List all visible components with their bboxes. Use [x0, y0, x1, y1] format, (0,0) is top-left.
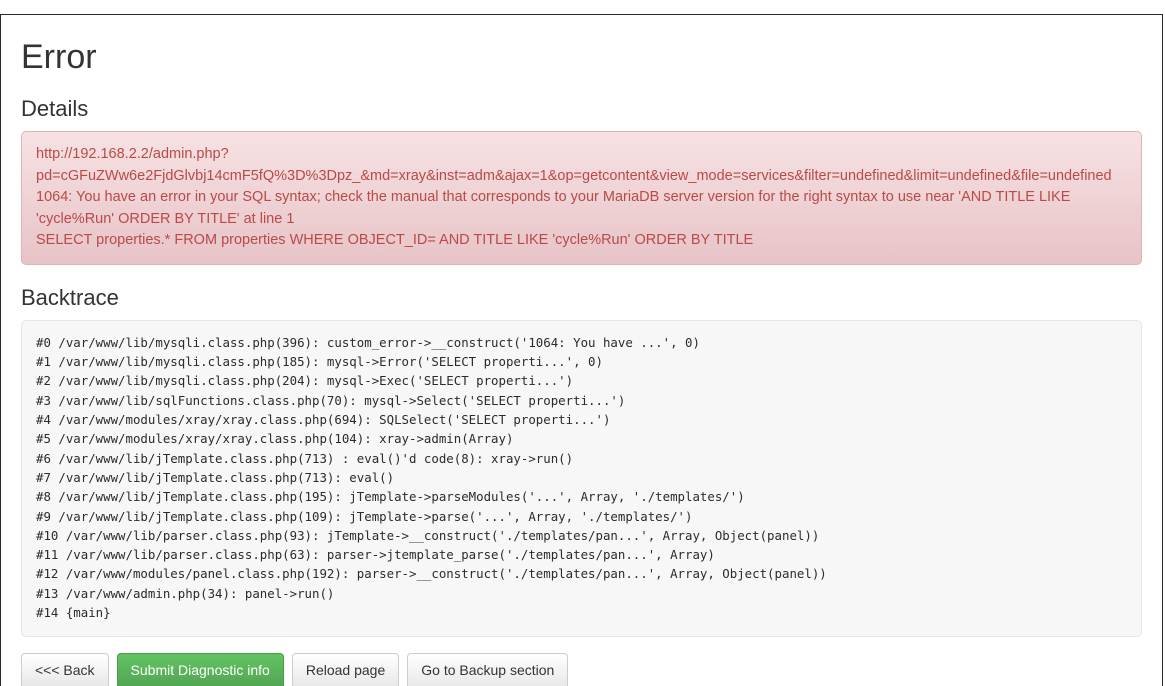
error-detail-line: SELECT properties.* FROM properties WHER…: [36, 232, 754, 249]
go-to-backup-section-button[interactable]: Go to Backup section: [407, 653, 569, 686]
page-title: Error: [21, 38, 97, 76]
backtrace-block: #0 /var/www/lib/mysqli.class.php(396): c…: [21, 319, 1142, 638]
browser-content-viewport: Error Details http://192.168.2.2/admin.p…: [0, 14, 1163, 686]
back-button[interactable]: <<< Back: [21, 653, 109, 686]
action-button-row: <<< Back Submit Diagnostic info Reload p…: [21, 653, 1142, 686]
error-details-panel: http://192.168.2.2/admin.php? pd=cGFuZWw…: [21, 131, 1142, 265]
reload-page-button[interactable]: Reload page: [291, 653, 400, 686]
details-section-heading: Details: [21, 96, 89, 122]
error-page: Error Details http://192.168.2.2/admin.p…: [1, 38, 1162, 686]
error-detail-line: 1064: You have an error in your SQL synt…: [36, 189, 1075, 227]
error-detail-line: pd=cGFuZWw6e2FjdGlvbj14cmF5fQ%3D%3Dpz_&m…: [36, 167, 1112, 184]
error-detail-line: http://192.168.2.2/admin.php?: [36, 146, 229, 163]
backtrace-section-heading: Backtrace: [21, 284, 119, 310]
submit-diagnostic-info-button[interactable]: Submit Diagnostic info: [116, 653, 284, 686]
